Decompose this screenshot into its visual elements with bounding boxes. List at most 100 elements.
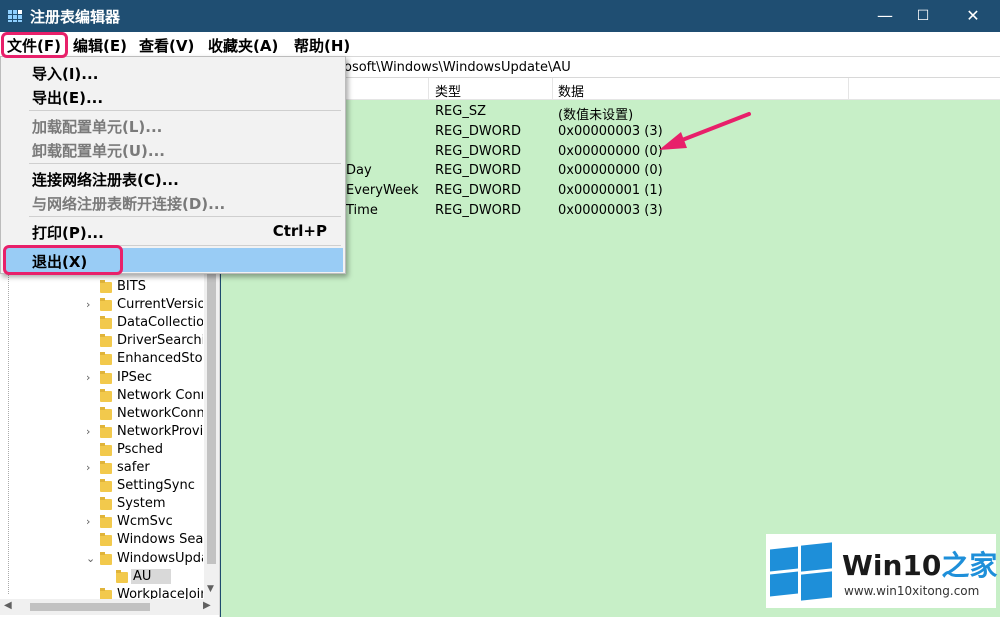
scroll-left-icon[interactable]: ◀ — [4, 600, 12, 611]
value-data: 0x00000000 (0) — [558, 143, 663, 159]
tree-item[interactable]: BITS — [0, 279, 204, 297]
menu-favorites[interactable]: 收藏夹(A) — [208, 35, 278, 56]
menu-bar: 文件(F) 编辑(E) 查看(V) 收藏夹(A) 帮助(H) — [0, 32, 1000, 56]
tree-item[interactable]: › WcmSvc — [0, 514, 204, 532]
column-type-header[interactable]: 类型 — [435, 81, 461, 100]
tree-item[interactable]: EnhancedStorage — [0, 351, 204, 369]
tree-item[interactable]: › IPSec — [0, 370, 204, 388]
tree-item-label: WcmSvc — [117, 514, 173, 530]
value-data: 0x00000003 (3) — [558, 203, 663, 218]
tree-item[interactable]: Windows Search — [0, 532, 204, 550]
folder-icon — [100, 352, 112, 366]
tree-hscroll-thumb[interactable] — [30, 603, 150, 611]
menu-separator — [29, 216, 341, 217]
chevron-down-icon[interactable]: ⌄ — [86, 552, 95, 565]
tree-item[interactable]: DriverSearching — [0, 333, 204, 351]
folder-icon — [100, 316, 112, 330]
folder-icon — [100, 461, 112, 474]
windows-logo-icon — [770, 542, 832, 601]
folder-icon — [100, 551, 112, 565]
menu-separator — [29, 110, 341, 111]
highlight-file-menu — [1, 32, 68, 58]
tree-item-label: IPSec — [117, 369, 153, 385]
close-button[interactable]: ✕ — [950, 0, 996, 32]
regedit-app-icon — [8, 10, 22, 22]
value-type: REG_DWORD — [435, 163, 521, 179]
folder-icon — [100, 298, 112, 312]
value-type: REG_DWORD — [435, 203, 521, 218]
value-data: 0x00000003 (3) — [558, 123, 663, 139]
value-name: Time — [346, 203, 378, 218]
tree-item-label: SettingSync — [117, 478, 195, 494]
menu-item-export[interactable]: 导出(E)... — [5, 84, 343, 108]
tree-item[interactable]: System — [0, 496, 204, 514]
print-shortcut: Ctrl+P — [272, 222, 327, 240]
menu-item-connect-network[interactable]: 连接网络注册表(C)... — [5, 166, 343, 190]
folder-icon — [100, 388, 112, 402]
watermark-url: www.win10xitong.com — [844, 584, 980, 598]
tree-item[interactable]: › CurrentVersion — [0, 297, 204, 315]
column-divider — [848, 78, 849, 100]
value-type: REG_DWORD — [435, 183, 521, 199]
tree-item[interactable]: › NetworkProvider — [0, 424, 204, 442]
chevron-right-icon[interactable]: › — [86, 515, 90, 528]
tree-item-label: safer — [117, 460, 150, 475]
tree-item[interactable]: SettingSync — [0, 478, 204, 496]
folder-icon — [100, 533, 112, 547]
menu-item-unload-hive[interactable]: 卸载配置单元(U)... — [5, 137, 343, 161]
chevron-right-icon[interactable]: › — [86, 371, 90, 384]
column-divider — [428, 78, 429, 100]
folder-icon — [100, 424, 112, 438]
tree-item[interactable]: AU — [0, 568, 204, 587]
scroll-down-icon[interactable]: ▼ — [207, 584, 214, 594]
value-name: Day — [346, 163, 372, 179]
watermark-brand: Win10之家 — [842, 549, 998, 582]
folder-icon — [100, 515, 112, 529]
folder-icon — [100, 406, 112, 420]
value-type: REG_DWORD — [435, 123, 521, 139]
tree-item[interactable]: Psched — [0, 442, 204, 460]
tree-item-label: Network Connections — [117, 387, 203, 403]
folder-icon — [100, 479, 112, 493]
menu-item-print[interactable]: 打印(P)... Ctrl+P — [5, 219, 343, 243]
tree-item[interactable]: ⌄ WindowsUpdate — [0, 551, 204, 569]
menu-view[interactable]: 查看(V) — [139, 35, 194, 56]
address-path: osoft\Windows\WindowsUpdate\AU — [344, 60, 571, 75]
tree-item-label: EnhancedStorage — [117, 351, 203, 367]
chevron-right-icon[interactable]: › — [86, 298, 90, 311]
tree-item-label: Windows Search — [117, 532, 203, 548]
tree-vertical-scrollbar[interactable]: ▲ ▼ — [204, 254, 219, 599]
tree-item-label: Psched — [117, 441, 164, 457]
title-bar: 注册表编辑器 — ☐ ✕ — [0, 0, 1000, 32]
tree-item-label: DataCollection — [117, 315, 203, 331]
column-data-header[interactable]: 数据 — [558, 81, 584, 100]
tree-item[interactable]: DataCollection — [0, 315, 204, 333]
menu-item-disconnect-network[interactable]: 与网络注册表断开连接(D)... — [5, 190, 343, 214]
tree-item-label: CurrentVersion — [117, 297, 203, 313]
menu-help[interactable]: 帮助(H) — [294, 35, 350, 56]
folder-icon — [100, 442, 112, 456]
folder-icon — [100, 280, 112, 293]
tree-item-label: DriverSearching — [117, 333, 203, 349]
tree-item-label: BITS — [117, 279, 146, 294]
folder-icon — [100, 370, 112, 384]
tree-item-label: AU — [131, 568, 171, 584]
folder-icon — [100, 497, 112, 511]
chevron-right-icon[interactable]: › — [86, 461, 90, 474]
highlight-exit-item — [3, 245, 123, 275]
file-menu-dropdown: 导入(I)... 导出(E)... 加载配置单元(L)... 卸载配置单元(U)… — [0, 56, 346, 274]
folder-icon — [100, 334, 112, 348]
value-data: 0x00000000 (0) — [558, 163, 663, 179]
menu-edit[interactable]: 编辑(E) — [73, 35, 127, 56]
tree-item[interactable]: NetworkConnectivity — [0, 406, 204, 424]
menu-item-load-hive[interactable]: 加载配置单元(L)... — [5, 113, 343, 137]
scroll-right-icon[interactable]: ▶ — [203, 600, 211, 611]
tree-scroll-thumb[interactable] — [207, 274, 216, 564]
window-title: 注册表编辑器 — [30, 8, 121, 26]
maximize-button[interactable]: ☐ — [900, 0, 946, 32]
tree-horizontal-scrollbar[interactable]: ◀ ▶ — [0, 599, 219, 615]
chevron-right-icon[interactable]: › — [86, 425, 90, 438]
menu-item-import[interactable]: 导入(I)... — [5, 60, 343, 84]
tree-item[interactable]: Network Connections — [0, 388, 204, 406]
tree-item[interactable]: › safer — [0, 460, 204, 478]
